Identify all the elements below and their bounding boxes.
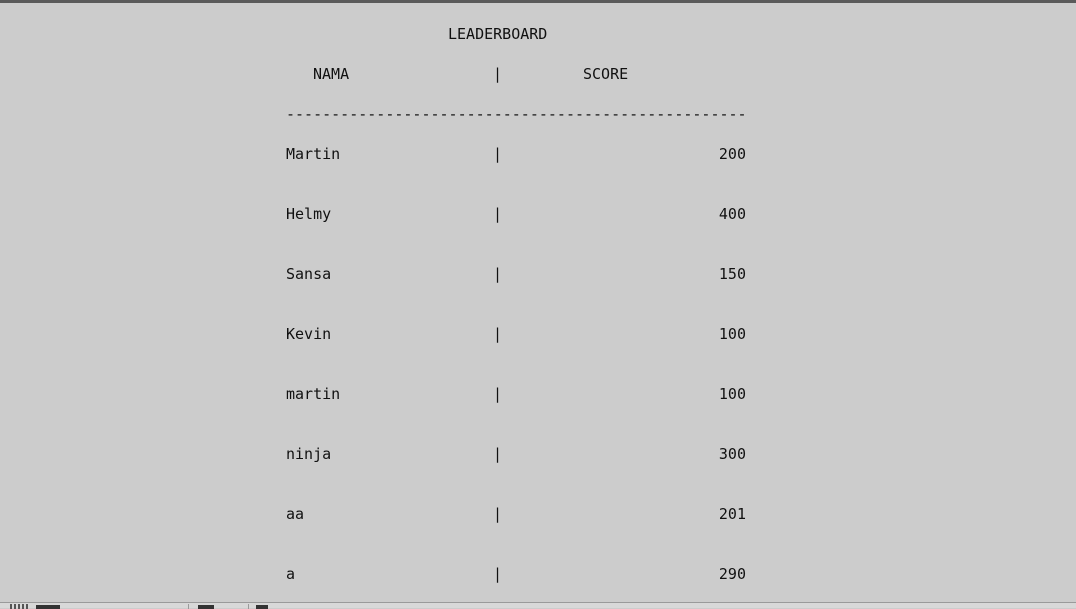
taskbar-strip [0, 602, 1076, 609]
player-name: Helmy [286, 205, 332, 223]
header-divider: ----------------------------------------… [286, 105, 747, 123]
taskbar-item[interactable] [198, 605, 214, 609]
taskbar-item[interactable] [256, 605, 268, 609]
column-separator: | [493, 265, 503, 283]
player-name: aa [286, 505, 305, 523]
player-score: 300 [718, 445, 746, 463]
player-score: 200 [718, 145, 746, 163]
taskbar-divider [248, 604, 249, 609]
player-name: Kevin [286, 325, 332, 343]
column-separator: | [493, 565, 503, 583]
column-separator: | [493, 505, 503, 523]
console-output: LEADERBOARD NAMA | SCORE ---------------… [0, 3, 1076, 602]
player-name: Martin [286, 145, 341, 163]
taskbar-divider [188, 604, 189, 609]
player-name: martin [286, 385, 341, 403]
column-separator: | [493, 385, 503, 403]
player-score: 400 [718, 205, 746, 223]
leaderboard-title: LEADERBOARD [448, 25, 548, 43]
player-name: a [286, 565, 296, 583]
column-separator: | [493, 325, 503, 343]
taskbar-item[interactable] [36, 605, 60, 609]
column-header-name: NAMA [313, 65, 350, 83]
column-separator: | [493, 445, 503, 463]
player-score: 290 [718, 565, 746, 583]
player-score: 100 [718, 385, 746, 403]
column-separator: | [493, 65, 503, 83]
player-name: Sansa [286, 265, 332, 283]
player-score: 100 [718, 325, 746, 343]
player-name: ninja [286, 445, 332, 463]
player-score: 201 [718, 505, 746, 523]
grip-icon [10, 604, 28, 609]
column-separator: | [493, 205, 503, 223]
column-header-score: SCORE [583, 65, 629, 83]
column-separator: | [493, 145, 503, 163]
player-score: 150 [718, 265, 746, 283]
